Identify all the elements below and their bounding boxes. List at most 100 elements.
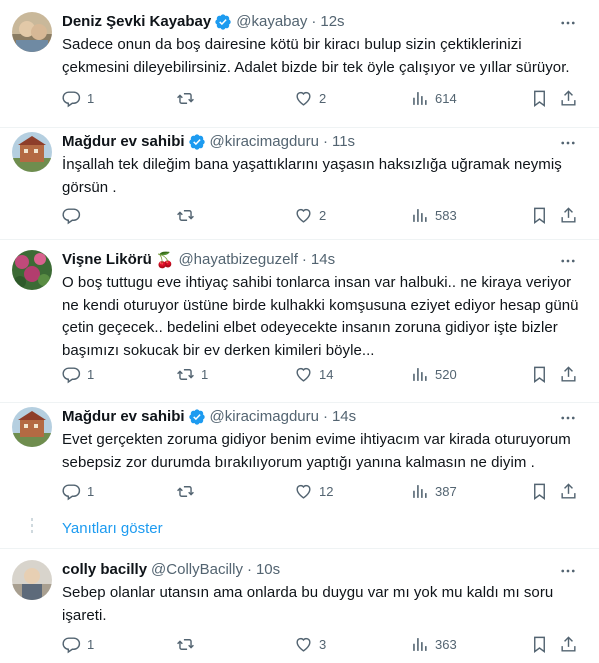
reply-icon	[62, 637, 81, 654]
like-count: 3	[319, 637, 327, 652]
views-chart-icon	[413, 92, 427, 105]
views-chart-icon	[413, 368, 427, 381]
reply-icon	[62, 367, 81, 384]
tweet-2[interactable]: Mağdur ev sahibi @kiracimagduru · 11s İn…	[0, 128, 599, 239]
avatar[interactable]	[12, 132, 52, 172]
like-button[interactable]: 12	[294, 482, 333, 501]
avatar[interactable]	[12, 407, 52, 447]
separator-dot: ·	[322, 133, 328, 150]
like-button[interactable]: 3	[294, 635, 326, 654]
bookmark-button[interactable]	[530, 89, 549, 108]
tweet-1[interactable]: Deniz Şevki Kayabay @kayabay · 12s Sadec…	[0, 0, 599, 127]
view-count: 614	[435, 91, 457, 106]
reply-button[interactable]: 1	[62, 89, 94, 108]
heart-icon	[296, 637, 311, 652]
more-options-icon[interactable]	[559, 409, 577, 427]
bookmark-button[interactable]	[530, 482, 549, 501]
more-options-icon[interactable]	[559, 252, 577, 270]
share-button[interactable]	[559, 89, 578, 108]
more-options-icon[interactable]	[559, 14, 577, 32]
show-replies-link[interactable]: Yanıtları göster	[62, 520, 163, 537]
views-button[interactable]: 363	[410, 635, 457, 654]
reply-count: 1	[87, 484, 95, 499]
username[interactable]: @kayabay	[236, 12, 307, 32]
views-button[interactable]: 520	[410, 365, 457, 384]
heart-icon	[296, 208, 311, 223]
tweet-4[interactable]: Mağdur ev sahibi @kiracimagduru · 14s Ev…	[0, 403, 599, 508]
retweet-icon	[177, 486, 194, 497]
retweet-button[interactable]: 1	[176, 365, 208, 384]
bookmark-button[interactable]	[530, 365, 549, 384]
share-button[interactable]	[559, 635, 578, 654]
bookmark-icon	[534, 90, 545, 108]
tweet-text: Evet gerçekten zoruma gidiyor benim evim…	[62, 431, 571, 471]
display-name[interactable]: Vişne Likörü	[62, 250, 152, 270]
views-button[interactable]: 387	[410, 482, 457, 501]
action-bar: 2 583	[56, 206, 586, 226]
display-name[interactable]: Mağdur ev sahibi	[62, 407, 185, 427]
more-options-icon[interactable]	[559, 134, 577, 152]
bookmark-button[interactable]	[530, 206, 549, 225]
separator-dot: ·	[322, 408, 328, 425]
share-button[interactable]	[559, 482, 578, 501]
tweet-5[interactable]: colly bacilly @CollyBacilly · 10s Sebep …	[0, 549, 599, 663]
view-count: 387	[435, 484, 457, 499]
avatar[interactable]	[12, 250, 52, 290]
tweet-text: İnşallah tek dileğim bana yaşattıklarını…	[62, 156, 562, 196]
tweet-text: Sebep olanlar utansın ama onlarda bu duy…	[62, 584, 554, 624]
action-bar: 1 1 14 520	[56, 365, 586, 385]
retweet-icon	[177, 639, 194, 650]
like-button[interactable]: 2	[294, 206, 326, 225]
retweet-button[interactable]	[176, 635, 201, 654]
more-options-icon[interactable]	[559, 562, 577, 580]
username[interactable]: @kiracimagduru	[210, 132, 319, 152]
tweet-3[interactable]: Vişne Likörü 🍒 @hayatbizeguzelf · 14s O …	[0, 240, 599, 402]
views-chart-icon	[413, 638, 427, 651]
timestamp[interactable]: 11s	[332, 132, 355, 152]
display-name[interactable]: colly bacilly	[62, 560, 147, 580]
view-count: 363	[435, 637, 457, 652]
like-count: 2	[319, 208, 327, 223]
avatar[interactable]	[12, 560, 52, 600]
thread-dots	[30, 518, 34, 536]
heart-icon	[296, 91, 311, 106]
reply-button[interactable]: 1	[62, 635, 94, 654]
like-button[interactable]: 14	[294, 365, 333, 384]
reply-button[interactable]: 1	[62, 482, 94, 501]
views-button[interactable]: 583	[410, 206, 457, 225]
retweet-button[interactable]	[176, 206, 201, 225]
display-name[interactable]: Deniz Şevki Kayabay	[62, 12, 211, 32]
reply-icon	[62, 208, 81, 225]
reply-button[interactable]: 1	[62, 365, 94, 384]
username[interactable]: @CollyBacilly	[151, 560, 243, 580]
views-button[interactable]: 614	[410, 89, 457, 108]
share-button[interactable]	[559, 206, 578, 225]
verified-badge-icon	[188, 134, 205, 150]
bookmark-button[interactable]	[530, 635, 549, 654]
display-name[interactable]: Mağdur ev sahibi	[62, 132, 185, 152]
timestamp[interactable]: 12s	[320, 12, 344, 32]
bookmark-icon	[534, 636, 545, 654]
retweet-button[interactable]	[176, 89, 201, 108]
like-count: 12	[319, 484, 334, 499]
action-bar: 1 2 614	[56, 89, 586, 109]
username[interactable]: @kiracimagduru	[210, 407, 319, 427]
reply-count: 1	[87, 637, 95, 652]
reply-button[interactable]	[62, 206, 87, 225]
verified-badge-icon	[215, 14, 231, 30]
share-button[interactable]	[559, 365, 578, 384]
timestamp[interactable]: 14s	[332, 407, 356, 427]
action-bar: 1 3 363	[56, 635, 586, 655]
like-button[interactable]: 2	[294, 89, 326, 108]
timestamp[interactable]: 10s	[256, 560, 280, 580]
retweet-icon	[177, 210, 194, 221]
avatar[interactable]	[12, 12, 52, 52]
retweet-button[interactable]	[176, 482, 201, 501]
heart-icon	[296, 484, 311, 499]
tweet-text: Sadece onun da boş dairesine kötü bir ki…	[62, 36, 570, 76]
username[interactable]: @hayatbizeguzelf	[178, 250, 297, 270]
timestamp[interactable]: 14s	[311, 250, 335, 270]
heart-icon	[296, 367, 311, 382]
view-count: 583	[435, 208, 457, 223]
reply-count: 1	[87, 91, 95, 106]
